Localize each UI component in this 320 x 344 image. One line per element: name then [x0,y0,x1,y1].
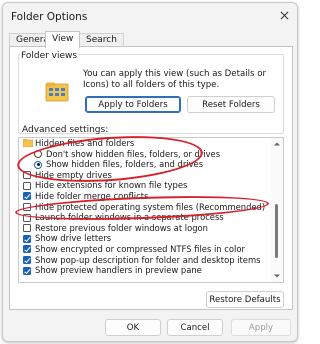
apply-button[interactable]: Apply [231,319,291,336]
checkbox[interactable] [23,181,31,190]
advanced-settings-list[interactable]: Hidden files and folders Don't show hidde… [18,137,284,283]
setting-label: Hidden files and folders [35,138,135,148]
tab-search[interactable]: Search [79,33,124,47]
setting-row[interactable]: Hide folder merge conflicts [19,191,271,202]
setting-row[interactable]: Hide extensions for known file types [19,180,271,191]
checkbox[interactable] [23,266,31,275]
checkbox[interactable] [23,224,31,233]
setting-label: Don't show hidden files, folders, or dri… [46,148,221,159]
window-title: Folder Options [11,11,88,23]
setting-row[interactable]: Show drive letters [19,233,271,244]
setting-label: Show encrypted or compressed NTFS files … [35,243,245,254]
setting-row[interactable]: Hide protected operating system files (R… [19,202,271,213]
ok-button[interactable]: OK [105,319,161,336]
setting-label: Hide empty drives [35,169,112,180]
restore-defaults-button[interactable]: Restore Defaults [206,291,284,308]
folder-options-dialog: Folder Options General View Search You c… [2,2,298,342]
setting-label: Launch folder windows in a separate proc… [35,212,224,223]
checkbox[interactable] [23,171,31,180]
apply-to-folders-button[interactable]: Apply to Folders [85,96,181,113]
advanced-settings-rows: Hidden files and folders Don't show hidde… [19,138,271,276]
setting-row[interactable]: Don't show hidden files, folders, or dri… [19,149,271,160]
radio-button[interactable] [34,160,42,169]
folder-views-description: You can apply this view (such as Details… [83,69,266,90]
advanced-settings-label: Advanced settings: [22,125,109,135]
checkbox[interactable] [23,192,31,201]
checkbox[interactable] [23,255,31,264]
reset-folders-button[interactable]: Reset Folders [187,96,275,113]
title-bar[interactable]: Folder Options [3,3,297,31]
cancel-button[interactable]: Cancel [167,319,223,336]
vertical-scrollbar[interactable] [271,138,283,282]
scroll-thumb[interactable] [275,204,278,258]
view-tab-panel: You can apply this view (such as Details… [9,46,293,310]
scroll-up-icon[interactable] [273,140,281,148]
setting-row[interactable]: Launch folder windows in a separate proc… [19,212,271,223]
setting-label: Hide protected operating system files (R… [35,201,266,212]
setting-row[interactable]: Hidden files and folders [19,138,271,149]
checkbox[interactable] [23,213,31,222]
folder-views-label: Folder views [20,51,79,61]
setting-label: Show hidden files, folders, and drives [46,159,204,170]
folder-icon [23,139,33,147]
setting-label: Show pop-up description for folder and d… [35,254,261,265]
setting-label: Hide folder merge conflicts [35,190,149,201]
tab-view[interactable]: View [45,31,81,48]
folder-views-group: You can apply this view (such as Details… [18,54,284,134]
setting-label: Hide extensions for known file types [35,180,188,191]
close-button[interactable] [273,5,295,25]
setting-row[interactable]: Show pop-up description for folder and d… [19,255,271,266]
close-icon [280,11,288,19]
radio-button[interactable] [34,149,42,158]
setting-label: Show preview handlers in preview pane [35,265,202,276]
setting-row[interactable]: Show preview handlers in preview pane [19,265,271,276]
checkbox[interactable] [23,245,31,254]
setting-row[interactable]: Hide empty drives [19,170,271,181]
setting-row[interactable]: Show hidden files, folders, and drives [19,159,271,170]
checkbox[interactable] [23,202,31,211]
setting-label: Show drive letters [35,233,112,244]
setting-row[interactable]: Show encrypted or compressed NTFS files … [19,244,271,255]
checkbox[interactable] [23,234,31,243]
setting-row[interactable]: Restore previous folder windows at logon [19,223,271,234]
folder-views-icon [45,82,69,102]
setting-label: Restore previous folder windows at logon [35,222,208,233]
scroll-down-icon[interactable] [273,272,281,280]
